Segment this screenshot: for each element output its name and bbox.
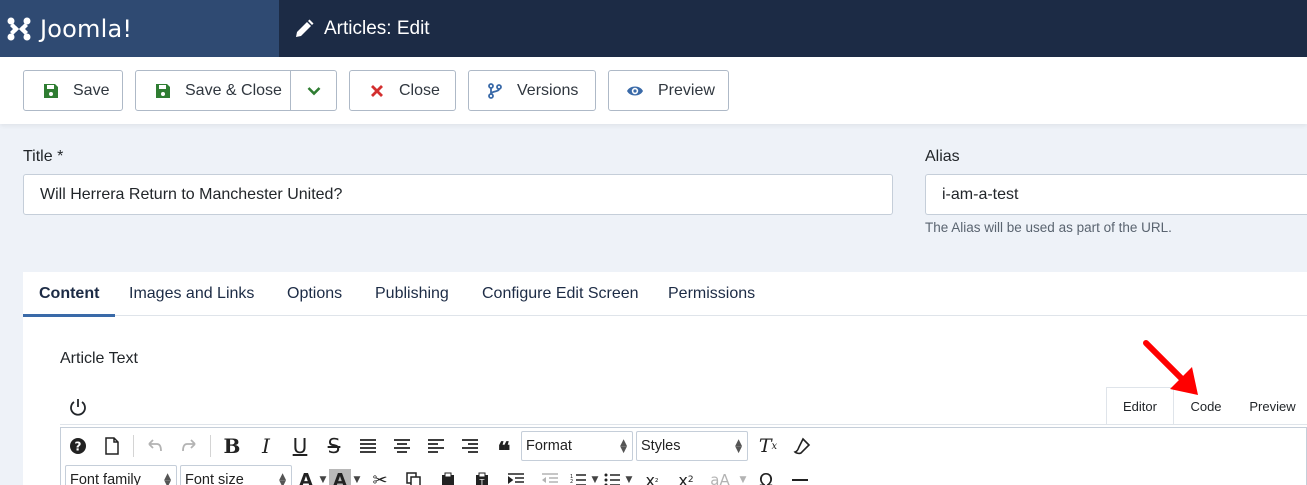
joomla-logo-icon: [7, 17, 31, 40]
tab-content[interactable]: Content: [23, 272, 116, 317]
background-color-icon[interactable]: A: [329, 469, 351, 485]
chevron-down-icon[interactable]: ▼: [623, 475, 635, 485]
toolbar-separator: [133, 435, 134, 457]
format-select-value: Format: [526, 438, 572, 454]
floppy-icon: [156, 83, 170, 98]
styles-select-value: Styles: [641, 438, 681, 454]
undo-icon[interactable]: [138, 432, 172, 460]
code-branch-icon: [488, 82, 502, 99]
superscript-icon[interactable]: x2: [669, 466, 703, 485]
cut-icon[interactable]: ✂: [363, 466, 397, 485]
special-character-icon[interactable]: Ω: [749, 466, 783, 485]
indent-icon[interactable]: [499, 466, 533, 485]
preview-label: Preview: [658, 81, 715, 99]
close-label: Close: [399, 81, 440, 99]
versions-label: Versions: [517, 81, 579, 99]
joomla-logo[interactable]: Joomla!: [0, 0, 279, 57]
top-header: Joomla! Articles: Edit: [0, 0, 1307, 57]
font-size-select-value: Font size: [185, 472, 244, 485]
underline-icon[interactable]: U: [283, 432, 317, 460]
strikethrough-icon[interactable]: S: [317, 432, 351, 460]
tab-images-links[interactable]: Images and Links: [129, 272, 254, 316]
article-text-label: Article Text: [60, 350, 138, 367]
editor-toolbar-row-2: Font family ▲ ▼ Font size ▲ ▼ A ▼ A ▼ ✂ T: [61, 464, 1307, 485]
numbered-list-icon[interactable]: 12: [567, 466, 589, 485]
format-select[interactable]: Format ▲ ▼: [521, 431, 633, 461]
italic-icon[interactable]: I: [249, 432, 283, 460]
alias-label: Alias: [925, 148, 960, 165]
close-button[interactable]: Close: [349, 70, 456, 111]
editor-toolbar-row-1: ? B I U S ❝ Format ▲ ▼ Styles ▲ ▼ T x: [61, 430, 1307, 465]
align-left-icon[interactable]: [419, 432, 453, 460]
svg-text:?: ?: [75, 440, 82, 454]
close-icon: [371, 84, 383, 97]
help-icon[interactable]: ?: [61, 432, 95, 460]
tab-options[interactable]: Options: [287, 272, 342, 316]
chevron-down-icon: [307, 86, 321, 95]
save-button[interactable]: Save: [23, 70, 123, 111]
chevron-down-icon[interactable]: ▼: [589, 475, 601, 485]
font-size-toggle-icon[interactable]: aA: [703, 466, 737, 485]
bullet-list-icon[interactable]: [601, 466, 623, 485]
svg-text:2: 2: [570, 479, 573, 485]
format-painter-icon[interactable]: [785, 432, 819, 460]
redo-icon[interactable]: [172, 432, 206, 460]
align-justify-icon[interactable]: [351, 432, 385, 460]
font-family-select[interactable]: Font family ▲ ▼: [65, 465, 177, 485]
bold-icon[interactable]: B: [215, 432, 249, 460]
paste-text-icon[interactable]: T: [465, 466, 499, 485]
tab-publishing[interactable]: Publishing: [375, 272, 449, 316]
floppy-icon: [44, 83, 58, 98]
versions-button[interactable]: Versions: [468, 70, 596, 111]
align-right-icon[interactable]: [453, 432, 487, 460]
alias-hint: The Alias will be used as part of the UR…: [925, 220, 1172, 235]
page-heading: Articles: Edit: [294, 0, 430, 57]
tab-permissions[interactable]: Permissions: [668, 272, 755, 316]
subscript-icon[interactable]: x₂: [635, 466, 669, 485]
horizontal-rule-icon[interactable]: [783, 466, 817, 485]
preview-button[interactable]: Preview: [608, 70, 729, 111]
brand-name: Joomla!: [40, 14, 133, 43]
save-label: Save: [73, 81, 110, 99]
clear-formatting-icon[interactable]: Tx: [751, 432, 785, 460]
save-close-label: Save & Close: [185, 81, 282, 99]
tinymce-editor: ? B I U S ❝ Format ▲ ▼ Styles ▲ ▼ T x Fo…: [60, 427, 1307, 485]
align-center-icon[interactable]: [385, 432, 419, 460]
select-arrows-icon: ▲ ▼: [735, 438, 742, 455]
eye-icon: [627, 86, 643, 95]
select-arrows-icon: ▲ ▼: [164, 472, 171, 485]
chevron-down-icon[interactable]: ▼: [737, 475, 749, 485]
paste-icon[interactable]: [431, 466, 465, 485]
outdent-icon[interactable]: [533, 466, 567, 485]
annotation-arrow-icon: [1143, 340, 1198, 395]
editor-tab-preview[interactable]: Preview: [1238, 387, 1307, 425]
content-panel: Content Images and Links Options Publish…: [23, 272, 1307, 485]
title-input[interactable]: [23, 174, 893, 215]
select-arrows-icon: ▲ ▼: [279, 472, 286, 485]
title-label: Title *: [23, 148, 64, 165]
save-options-dropdown[interactable]: [291, 71, 337, 110]
font-family-select-value: Font family: [70, 472, 141, 485]
tab-configure-edit-screen[interactable]: Configure Edit Screen: [482, 272, 639, 316]
chevron-down-icon[interactable]: ▼: [317, 475, 329, 485]
blockquote-icon[interactable]: ❝: [487, 432, 521, 465]
font-size-select[interactable]: Font size ▲ ▼: [180, 465, 292, 485]
text-color-icon[interactable]: A: [295, 466, 317, 485]
new-document-icon[interactable]: [95, 432, 129, 460]
power-icon[interactable]: [67, 396, 89, 418]
pencil-icon: [296, 19, 314, 37]
tab-bar: Content Images and Links Options Publish…: [23, 272, 1307, 317]
toolbar-separator: [210, 435, 211, 457]
editor-tabs-divider: [60, 424, 1307, 425]
action-toolbar: Save Save & Close Close Versions Preview: [0, 57, 1307, 124]
save-close-button[interactable]: Save & Close: [135, 70, 337, 111]
page-title: Articles: Edit: [324, 17, 430, 39]
select-arrows-icon: ▲ ▼: [620, 438, 627, 455]
styles-select[interactable]: Styles ▲ ▼: [636, 431, 748, 461]
chevron-down-icon[interactable]: ▼: [351, 475, 363, 485]
alias-input[interactable]: [925, 174, 1307, 215]
copy-icon[interactable]: [397, 466, 431, 485]
svg-text:T: T: [479, 478, 485, 485]
